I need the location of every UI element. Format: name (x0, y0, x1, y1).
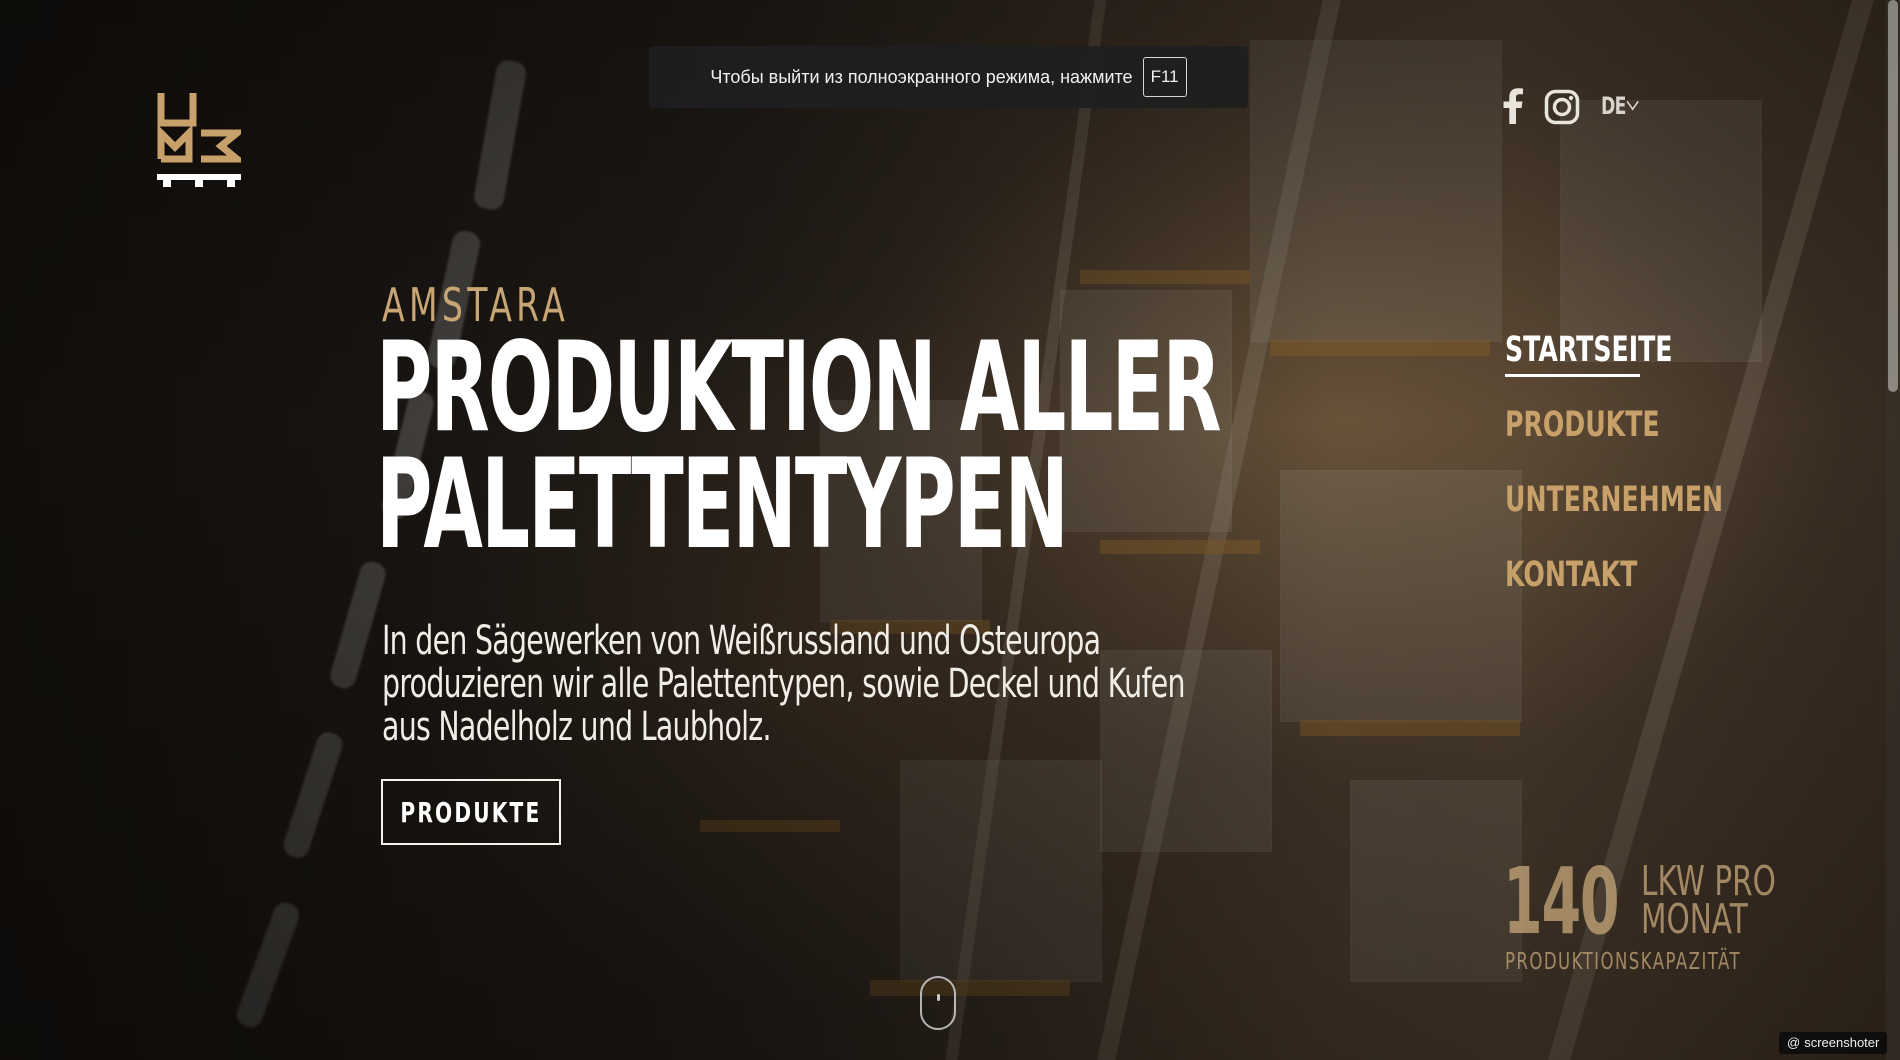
nav-item-startseite[interactable]: STARTSEITE (1505, 330, 1673, 370)
scroll-down-mouse-icon[interactable] (920, 976, 956, 1030)
watermark-text: screenshoter (1804, 1035, 1880, 1050)
scrollbar-thumb[interactable] (1888, 0, 1898, 392)
screenshoter-watermark: @ screenshoter (1779, 1032, 1888, 1054)
fullscreen-key-badge: F11 (1142, 57, 1187, 97)
hero-headline: PRODUKTION ALLER PALETTENTYPEN (376, 326, 1222, 567)
language-selector[interactable]: DE (1601, 92, 1640, 120)
scroll-wheel (937, 994, 940, 1001)
products-button-label: PRODUKTE (400, 795, 542, 829)
nav-item-unternehmen[interactable]: UNTERNEHMEN (1505, 480, 1723, 520)
hero-headline-line-2: PALETTENTYPEN (376, 433, 1069, 577)
products-button[interactable]: PRODUKTE (381, 779, 561, 845)
stat-unit: LKW PRO MONAT (1641, 857, 1776, 943)
stat-caption: PRODUKTIONSKAPAZITÄT (1505, 949, 1742, 975)
language-label: DE (1601, 92, 1626, 120)
fullscreen-notice-text: Чтобы выйти из полноэкранного режима, на… (710, 66, 1133, 87)
amstara-logo[interactable] (157, 89, 241, 189)
nav-item-produkte[interactable]: PRODUKTE (1505, 405, 1660, 445)
stat-number: 140 (1503, 848, 1620, 955)
at-sign-icon: @ (1787, 1035, 1801, 1050)
nav-item-kontakt[interactable]: KONTAKT (1505, 555, 1637, 595)
facebook-icon[interactable] (1502, 88, 1524, 124)
nav-active-underline (1505, 374, 1640, 377)
scrollbar-track[interactable] (1886, 0, 1900, 1060)
hero-lead-text: In den Sägewerken von Weißrussland und O… (382, 618, 1186, 750)
chevron-down-icon (1626, 93, 1640, 111)
fullscreen-exit-notice: Чтобы выйти из полноэкранного режима, на… (649, 46, 1248, 108)
instagram-icon[interactable] (1544, 89, 1580, 125)
page: Чтобы выйти из полноэкранного режима, на… (0, 0, 1900, 1060)
